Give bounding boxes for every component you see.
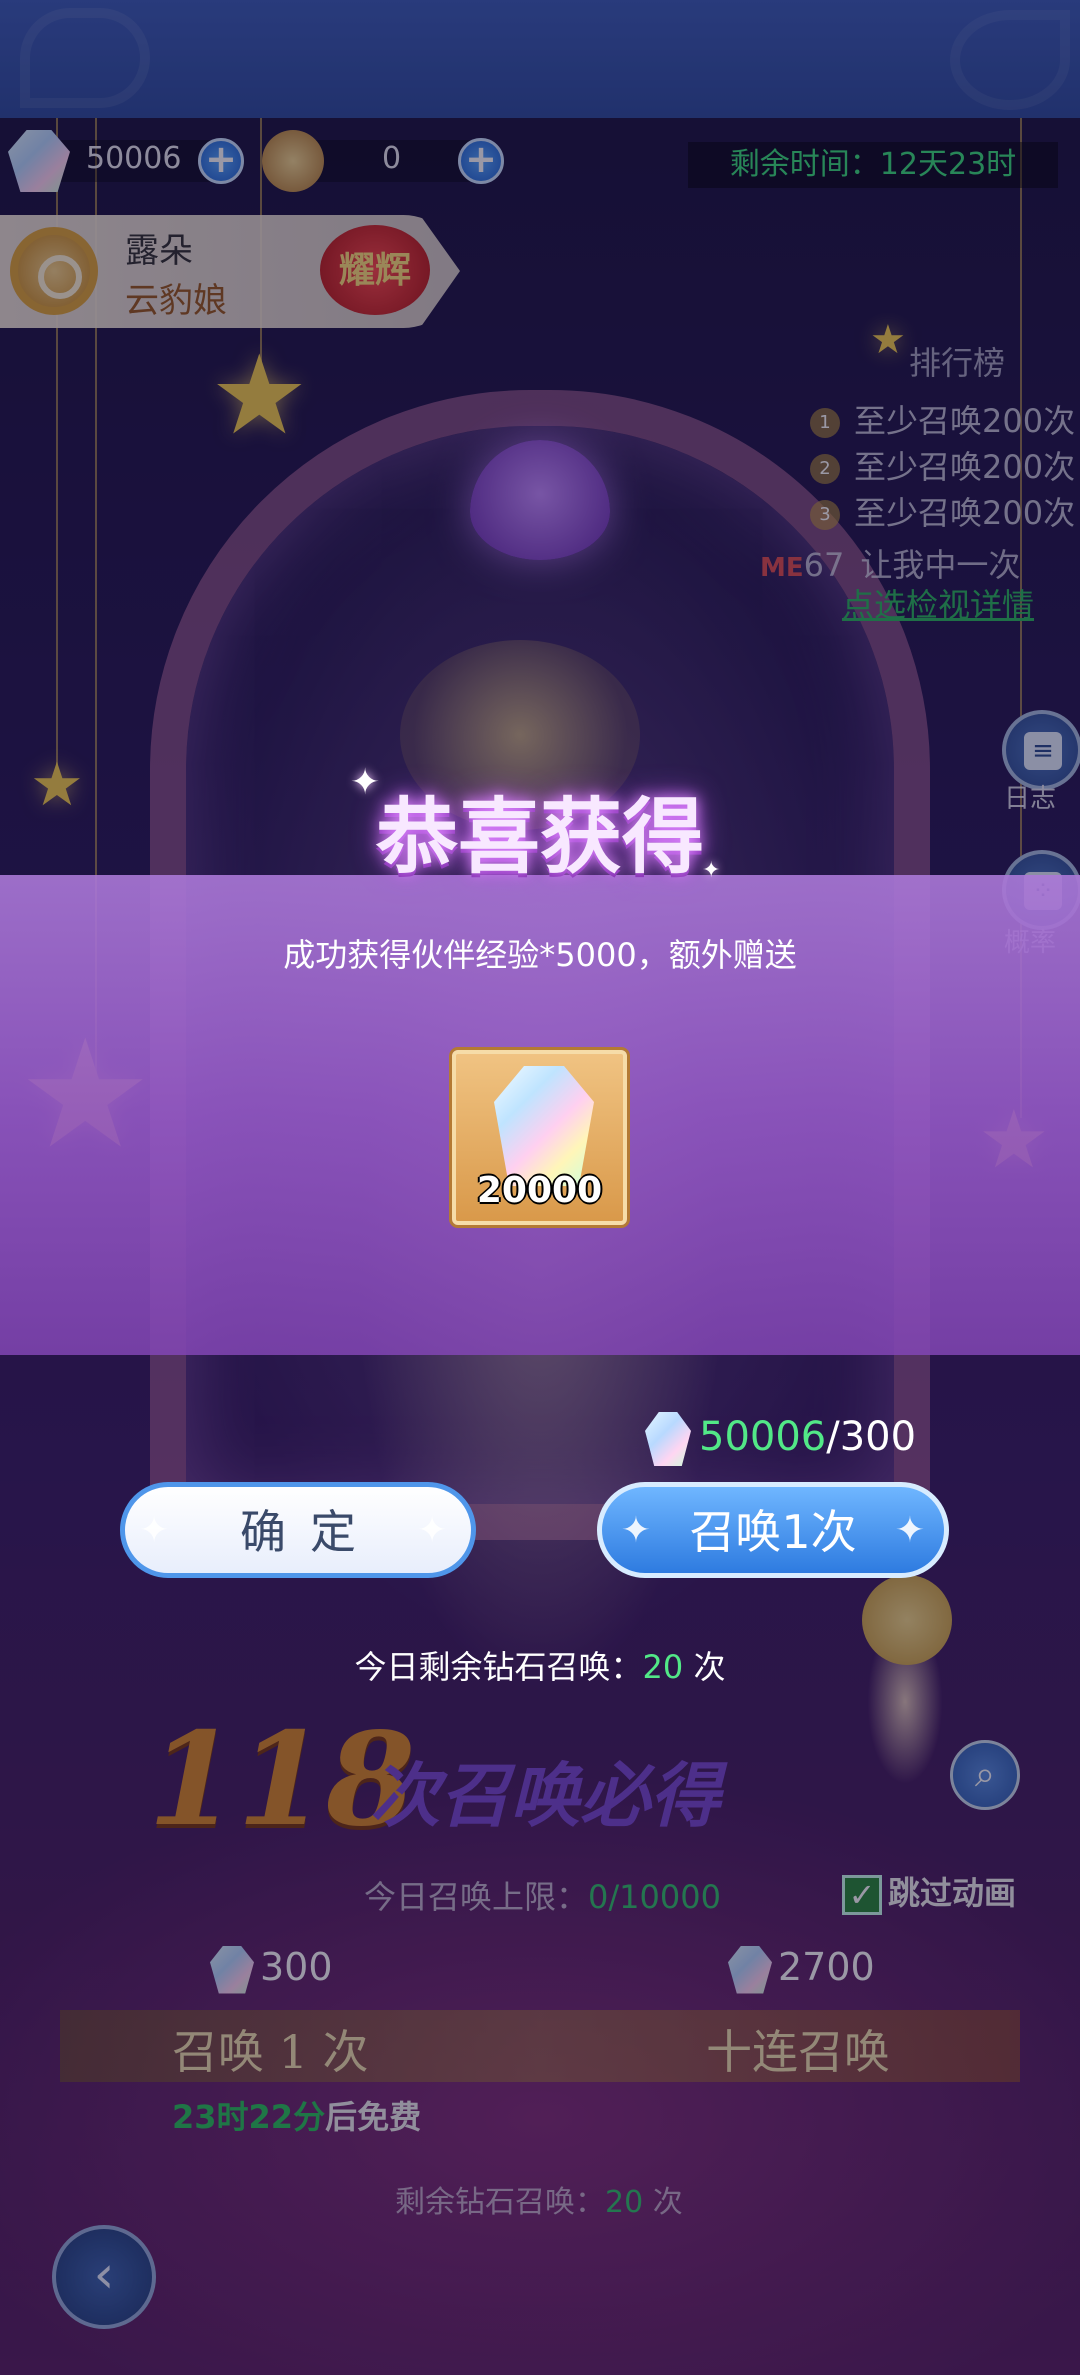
reward-message: 成功获得伙伴经验*5000，额外赠送 xyxy=(283,936,797,974)
diamond-balance: 50006/300 xyxy=(645,1412,916,1466)
daily-remaining: 今日剩余钻石召唤：20 次 xyxy=(0,1642,1080,1688)
daily-remaining-unit: 次 xyxy=(693,1648,726,1686)
confirm-label: 确定 xyxy=(240,1505,380,1559)
summon-again-label: 召唤1次 xyxy=(689,1505,857,1559)
sparkle-icon: ✦ xyxy=(702,858,721,883)
reward-item[interactable]: 20000 xyxy=(452,1050,627,1225)
sparkle-icon: ✦ xyxy=(894,1510,926,1551)
balance-cost: /300 xyxy=(826,1414,917,1460)
sparkle-icon: ✦ xyxy=(620,1510,652,1551)
summon-again-button[interactable]: ✦ 召唤1次 ✦ xyxy=(597,1482,949,1578)
sparkle-icon: ✦ xyxy=(417,1510,472,1551)
sparkle-icon: ✦ xyxy=(350,762,381,803)
sparkle-icon: ✦ xyxy=(139,1510,194,1551)
balance-current: 50006 xyxy=(699,1414,827,1460)
diamond-icon xyxy=(645,1412,691,1466)
diamond-icon xyxy=(494,1066,594,1186)
daily-remaining-value: 20 xyxy=(642,1648,684,1686)
confirm-button[interactable]: ✦ 确定 ✦ xyxy=(120,1482,476,1578)
daily-remaining-label: 今日剩余钻石召唤： xyxy=(354,1648,643,1686)
reward-item-count: 20000 xyxy=(476,1170,603,1211)
